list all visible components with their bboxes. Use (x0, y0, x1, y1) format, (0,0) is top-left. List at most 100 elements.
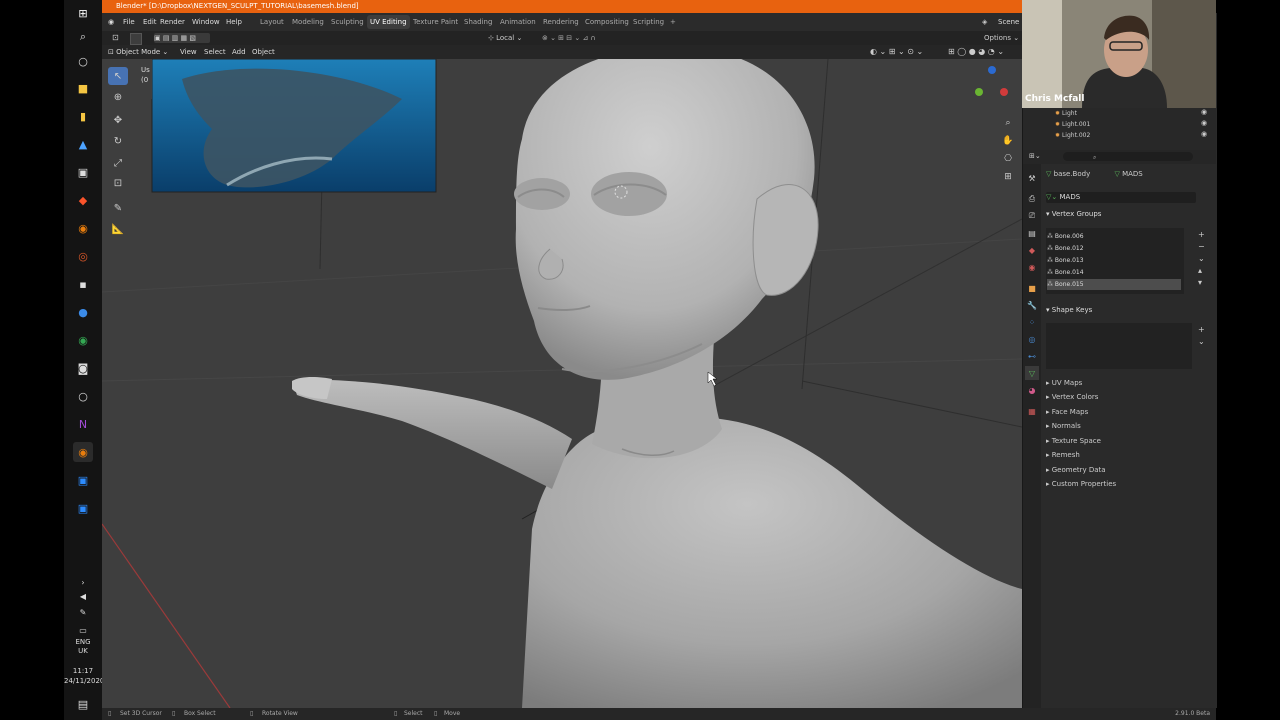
workspace-tab-texture-paint[interactable]: Texture Paint (410, 15, 461, 29)
workspace-tab-animation[interactable]: Animation (497, 15, 539, 29)
menu-window[interactable]: Window (192, 13, 220, 31)
tab-world-icon[interactable]: ◉ (1025, 260, 1039, 274)
shape-keys-panel-header[interactable]: ▾ Shape Keys (1046, 306, 1092, 314)
select-tool-icon[interactable] (130, 33, 142, 45)
panel-geometry-data[interactable]: ▸ Geometry Data (1046, 464, 1206, 477)
transform-pivot-dropdown[interactable]: ⊹ Local ⌄ (488, 33, 538, 43)
pan-view-icon[interactable]: ✋ (1001, 134, 1015, 148)
menu-file[interactable]: File (123, 13, 135, 31)
add-workspace-icon[interactable]: + (670, 13, 676, 31)
windows-start-icon[interactable]: ⊞ (73, 3, 93, 23)
vertex-group-row[interactable]: ⁂ Bone.013 (1047, 255, 1181, 266)
panel-custom-properties[interactable]: ▸ Custom Properties (1046, 478, 1206, 491)
chrome-icon[interactable]: ◉ (73, 330, 93, 350)
tab-scene-icon[interactable]: ◆ (1025, 243, 1039, 257)
workspace-tab-uv-editing[interactable]: UV Editing (367, 15, 410, 29)
outliner-item[interactable]: ✹ Light.002 (1055, 130, 1205, 141)
panel-normals[interactable]: ▸ Normals (1046, 420, 1206, 433)
workspace-tab-rendering[interactable]: Rendering (540, 15, 582, 29)
workspace-tab-sculpting[interactable]: Sculpting (328, 15, 367, 29)
language-indicator[interactable]: ENG UK (66, 638, 100, 656)
workspace-tab-compositing[interactable]: Compositing (582, 15, 632, 29)
visibility-eye-icon[interactable]: ◉ (1201, 130, 1207, 138)
sticky-notes-icon[interactable]: ▮ (73, 106, 93, 126)
app-box-icon[interactable]: ▣ (73, 162, 93, 182)
brave-browser-icon[interactable]: ◆ (73, 190, 93, 210)
cursor-tool-icon[interactable]: ⊕ (108, 88, 128, 106)
zoom-view-icon[interactable]: ⌕ (1001, 116, 1015, 130)
panel-uv-maps[interactable]: ▸ UV Maps (1046, 377, 1206, 390)
navigation-gizmo[interactable] (972, 66, 1012, 112)
tab-modifiers-icon[interactable]: 🔧 (1025, 298, 1039, 312)
camera-view-icon[interactable]: ⎔ (1001, 152, 1015, 166)
menu-edit[interactable]: Edit (143, 13, 157, 31)
zoom-meeting-icon[interactable]: ▣ (73, 498, 93, 518)
gizmo-x-axis-icon[interactable] (1000, 88, 1008, 96)
visibility-gizmo-icons[interactable]: ◐ ⌄ ⊞ ⌄ ⊙ ⌄ (870, 46, 923, 58)
blender-icon[interactable]: ◉ (73, 218, 93, 238)
task-view-icon[interactable]: ○ (73, 51, 93, 71)
menu-help[interactable]: Help (226, 13, 242, 31)
options-dropdown[interactable]: Options ⌄ (984, 33, 1020, 43)
outliner-item[interactable]: ✹ Light (1055, 108, 1205, 119)
shape-key-side-buttons[interactable]: + ⌄ (1198, 324, 1205, 348)
blender-active-icon[interactable]: ◉ (73, 442, 93, 462)
workspace-tab-shading[interactable]: Shading (461, 15, 495, 29)
vertex-group-side-buttons[interactable]: + − ⌄ ▴ ▾ (1198, 229, 1205, 289)
workspace-tab-layout[interactable]: Layout (257, 15, 287, 29)
3d-viewport[interactable]: Us (0 (102, 59, 1022, 708)
vertex-group-row-selected[interactable]: ⁂ Bone.015 (1047, 279, 1181, 290)
gizmo-z-axis-icon[interactable] (988, 66, 996, 74)
properties-editor-type-icon[interactable]: ⊞⌄ (1029, 152, 1041, 160)
vertex-groups-panel-header[interactable]: ▾ Vertex Groups (1046, 210, 1101, 218)
tab-output-icon[interactable]: ⎚ (1025, 209, 1039, 223)
panel-vertex-colors[interactable]: ▸ Vertex Colors (1046, 391, 1206, 404)
panel-texture-space[interactable]: ▸ Texture Space (1046, 435, 1206, 448)
tab-object-icon[interactable]: ■ (1025, 281, 1039, 295)
menu-render[interactable]: Render (160, 13, 185, 31)
tab-object-data-icon[interactable]: ▽ (1025, 366, 1039, 380)
scene-name[interactable]: Scene (998, 13, 1019, 31)
move-tool-icon[interactable]: ✥ (108, 111, 128, 129)
workspace-tab-scripting[interactable]: Scripting (630, 15, 667, 29)
header-object-menu[interactable]: Object (252, 46, 275, 58)
tab-particles-icon[interactable]: ⁘ (1025, 315, 1039, 329)
properties-search-input[interactable]: ⌕ (1063, 152, 1193, 161)
vertex-group-row[interactable]: ⁂ Bone.012 (1047, 243, 1181, 254)
notifications-icon[interactable]: ▤ (73, 694, 93, 714)
outliner-item[interactable]: ✹ Light.001 (1055, 119, 1205, 130)
shading-mode-icons[interactable]: ⊞ ◯ ● ◕ ◔ ⌄ (948, 46, 1004, 58)
select-box-tool-icon[interactable]: ↖ (108, 67, 128, 85)
workspace-tab-modeling[interactable]: Modeling (289, 15, 327, 29)
maps-pin-icon[interactable]: ● (73, 302, 93, 322)
header-view-menu[interactable]: View (180, 46, 197, 58)
mode-dropdown[interactable]: ⊡ Object Mode ⌄ (108, 46, 172, 58)
houdini-icon[interactable]: ◎ (73, 246, 93, 266)
mesh-name-field[interactable]: ▽⌄ MADS (1046, 192, 1196, 203)
measure-tool-icon[interactable]: 📐 (108, 220, 128, 238)
tab-render-icon[interactable]: ⎙ (1025, 192, 1039, 206)
app-circle-w-icon[interactable]: ○ (73, 386, 93, 406)
blender-logo-icon[interactable]: ◉ (108, 13, 114, 31)
tab-texture-icon[interactable]: ▦ (1025, 404, 1039, 418)
header-add-menu[interactable]: Add (232, 46, 246, 58)
visibility-eye-icon[interactable]: ◉ (1201, 108, 1207, 116)
transform-tool-icon[interactable]: ⊡ (108, 174, 128, 192)
clock[interactable]: 11:17 24/11/2020 (64, 666, 104, 686)
file-explorer-icon[interactable]: ■ (73, 78, 93, 98)
ortho-grid-icon[interactable]: ⊞ (1001, 170, 1015, 184)
visibility-eye-icon[interactable]: ◉ (1201, 119, 1207, 127)
scene-icon[interactable]: ◈ (982, 13, 987, 31)
pen-icon[interactable]: ✎ (73, 602, 93, 622)
tab-view-layer-icon[interactable]: ▤ (1025, 226, 1039, 240)
scale-tool-icon[interactable]: ⤢ (108, 154, 128, 172)
vertex-group-row[interactable]: ⁂ Bone.006 (1047, 231, 1181, 242)
app-dark-icon[interactable]: ▪ (73, 274, 93, 294)
tab-constraints-icon[interactable]: ⊷ (1025, 349, 1039, 363)
annotate-tool-icon[interactable]: ✎ (108, 199, 128, 217)
keyboard-icon[interactable]: ▭ (73, 620, 93, 640)
rotate-tool-icon[interactable]: ↻ (108, 132, 128, 150)
app-triangle-icon[interactable]: ▲ (73, 134, 93, 154)
shape-keys-list[interactable] (1046, 323, 1192, 369)
selection-mode-buttons[interactable]: ▣ ▤ ▥ ▦ ▧ (154, 33, 210, 43)
